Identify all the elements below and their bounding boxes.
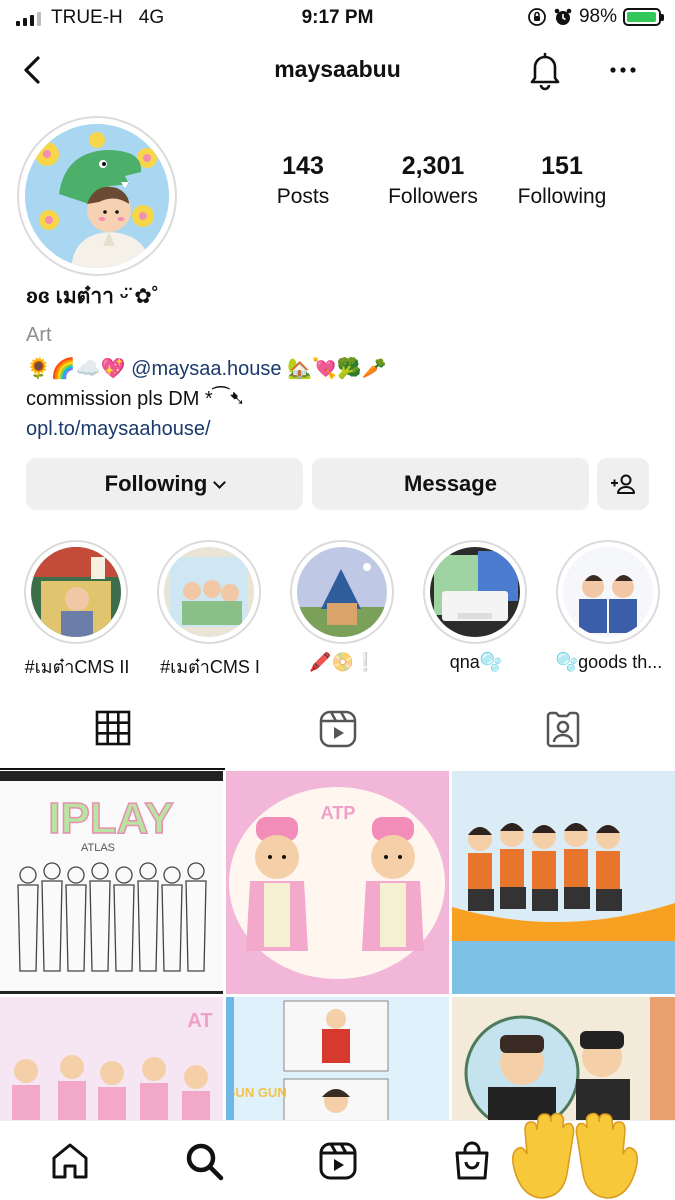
avatar-illustration xyxy=(25,124,169,268)
post-thumbnail[interactable]: IPLAY ATLAS xyxy=(0,771,223,994)
profile-bio: ʚɞ เมต๋าา ᵕ̈ ✿˚ Art 🌻🌈☁️💖 @maysaa.house … xyxy=(26,280,656,441)
followers-count-value: 2,301 xyxy=(401,152,465,180)
highlight-cover xyxy=(297,547,387,637)
alarm-icon xyxy=(554,8,572,25)
highlight-cover xyxy=(430,547,520,637)
highlight-caption: 🫧goods th... xyxy=(555,652,663,672)
post-letters-text: AT xyxy=(187,1010,212,1032)
display-name: ʚɞ เมต๋าา ᵕ̈ ✿˚ xyxy=(26,285,159,308)
following-count-value: 151 xyxy=(541,152,583,180)
posts-grid: IPLAY ATLAS ATP AT GUN GUN xyxy=(0,771,675,1121)
tab-tagged[interactable] xyxy=(450,710,675,770)
highlight-caption: 🖍️📀❕ xyxy=(309,652,377,672)
post-thumbnail[interactable] xyxy=(452,771,675,994)
highlight-caption: #เมต๋าCMS II xyxy=(24,657,130,677)
profile-category: Art xyxy=(26,324,52,346)
highlight-cover xyxy=(563,547,653,637)
battery-percent: 98% xyxy=(578,6,617,27)
bio-line-2: commission pls DM *⁀➷ xyxy=(26,388,246,410)
battery-icon xyxy=(623,8,664,26)
reels-icon[interactable] xyxy=(314,1137,362,1185)
profile-avatar[interactable] xyxy=(17,116,177,276)
bio-emoji-suffix: 🏡💘🥦🥕 xyxy=(281,358,387,380)
post-thumbnail[interactable]: AT xyxy=(0,997,223,1121)
bio-emoji-prefix: 🌻🌈☁️💖 xyxy=(26,358,132,380)
grid-icon xyxy=(95,710,130,746)
highlight-caption: #เมต๋าCMS I xyxy=(160,657,260,677)
home-icon[interactable] xyxy=(46,1137,94,1185)
tab-posts-grid[interactable] xyxy=(0,710,225,770)
post-subtitle-text: ATLAS xyxy=(81,842,115,854)
following-button-label: Following xyxy=(104,471,208,496)
story-highlight[interactable]: #เมต๋าCMS I xyxy=(157,540,263,677)
profile-username: maysaabuu xyxy=(274,56,401,82)
selected-tab-indicator xyxy=(0,768,225,770)
post-thumbnail[interactable]: GUN GUN xyxy=(226,997,449,1121)
waving-hands-emoji xyxy=(512,1112,638,1199)
story-highlight[interactable]: qna🫧 xyxy=(423,540,529,672)
story-highlight[interactable]: 🖍️📀❕ xyxy=(290,540,396,672)
more-options-icon[interactable] xyxy=(604,50,642,90)
message-button[interactable]: Message xyxy=(312,458,589,510)
followers-count-label: Followers xyxy=(388,185,478,208)
post-thumbnail[interactable] xyxy=(452,997,675,1121)
status-bar: TRUE-H 4G 9:17 PM 98% xyxy=(0,0,675,36)
following-count-label: Following xyxy=(517,185,607,208)
post-title-text: IPLAY xyxy=(48,794,174,843)
posts-count[interactable]: 143 Posts xyxy=(235,152,371,209)
following-button[interactable]: Following xyxy=(26,458,303,510)
post-caption-text: GUN GUN xyxy=(226,1085,287,1100)
highlight-cover xyxy=(164,547,254,637)
chevron-down-icon xyxy=(213,475,227,489)
followers-count[interactable]: 2,301 Followers xyxy=(371,152,495,209)
profile-stats: 143 Posts 2,301 Followers 151 Following xyxy=(235,152,655,209)
tab-reels[interactable] xyxy=(225,710,450,770)
orientation-lock-icon xyxy=(528,8,546,26)
post-letters-text: ATP xyxy=(321,803,356,823)
highlight-caption: qna🫧 xyxy=(449,652,503,672)
bio-mention-link[interactable]: @maysaa.house xyxy=(131,358,281,380)
shop-icon[interactable] xyxy=(448,1137,496,1185)
search-icon[interactable] xyxy=(180,1137,228,1185)
profile-tabs xyxy=(0,710,675,770)
reels-icon xyxy=(319,710,356,748)
posts-count-value: 143 xyxy=(282,152,324,180)
posts-count-label: Posts xyxy=(276,185,330,208)
message-button-label: Message xyxy=(404,471,497,496)
bell-icon[interactable] xyxy=(524,48,566,92)
story-highlight[interactable]: #เมต๋าCMS II xyxy=(24,540,130,677)
post-thumbnail[interactable]: ATP xyxy=(226,771,449,994)
profile-header: maysaabuu xyxy=(0,40,675,100)
highlight-cover xyxy=(31,547,121,637)
following-count[interactable]: 151 Following xyxy=(495,152,629,209)
add-person-icon xyxy=(611,474,635,494)
suggested-people-button[interactable] xyxy=(597,458,649,510)
bio-website-link[interactable]: opl.to/maysaahouse/ xyxy=(26,418,656,441)
story-highlight[interactable]: 🫧goods th... xyxy=(556,540,662,672)
tagged-icon xyxy=(546,711,579,748)
bio-line-1: 🌻🌈☁️💖 @maysaa.house 🏡💘🥦🥕 xyxy=(26,356,656,384)
